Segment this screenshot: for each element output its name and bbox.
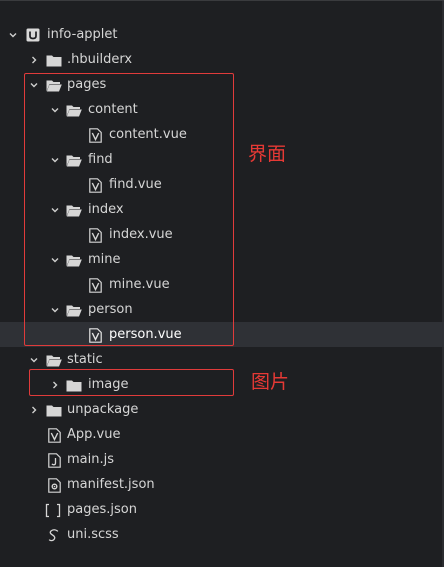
tree-item-info-applet[interactable]: info-applet xyxy=(0,22,444,47)
chevron-down-icon[interactable] xyxy=(7,22,19,47)
tree-item-label: .hbuilderx xyxy=(67,52,133,67)
tree-item-label: main.js xyxy=(67,452,114,467)
tree-item-manifest-json-file[interactable]: manifest.json xyxy=(0,472,444,497)
tree-item-label: info-applet xyxy=(47,27,118,42)
tree-item-label: App.vue xyxy=(67,427,121,442)
chevron-right-icon[interactable] xyxy=(28,47,40,72)
image-annotation-box xyxy=(29,369,234,396)
vue-file-icon xyxy=(46,427,62,443)
scss-file-icon xyxy=(46,527,62,543)
tree-item-label: manifest.json xyxy=(67,477,155,492)
tree-item-label: pages.json xyxy=(67,502,137,517)
file-explorer-panel: info-applet .hbuilderx pages content con… xyxy=(0,0,444,567)
folder-icon xyxy=(46,402,62,418)
folder-icon xyxy=(46,52,62,68)
tree-item-label: uni.scss xyxy=(67,527,119,542)
tree-item-label: unpackage xyxy=(67,402,139,417)
tree-item-hbuilderx-folder[interactable]: .hbuilderx xyxy=(0,47,444,72)
tree-item-pages-json-file[interactable]: pages.json xyxy=(0,497,444,522)
tree-item-uni-scss-file[interactable]: uni.scss xyxy=(0,522,444,547)
pages-annotation-label: 界面 xyxy=(248,143,287,165)
pages-annotation-box xyxy=(24,73,234,346)
folder-open-icon xyxy=(46,352,62,368)
manifest-gear-file-icon xyxy=(46,477,62,493)
tree-item-main-js-file[interactable]: main.js xyxy=(0,447,444,472)
js-file-icon xyxy=(46,452,62,468)
tree-item-app-vue-file[interactable]: App.vue xyxy=(0,422,444,447)
uniapp-project-icon xyxy=(25,27,41,43)
chevron-right-icon[interactable] xyxy=(28,397,40,422)
tree-item-unpackage-folder[interactable]: unpackage xyxy=(0,397,444,422)
json-brackets-icon xyxy=(45,502,61,518)
image-annotation-label: 图片 xyxy=(251,371,290,393)
